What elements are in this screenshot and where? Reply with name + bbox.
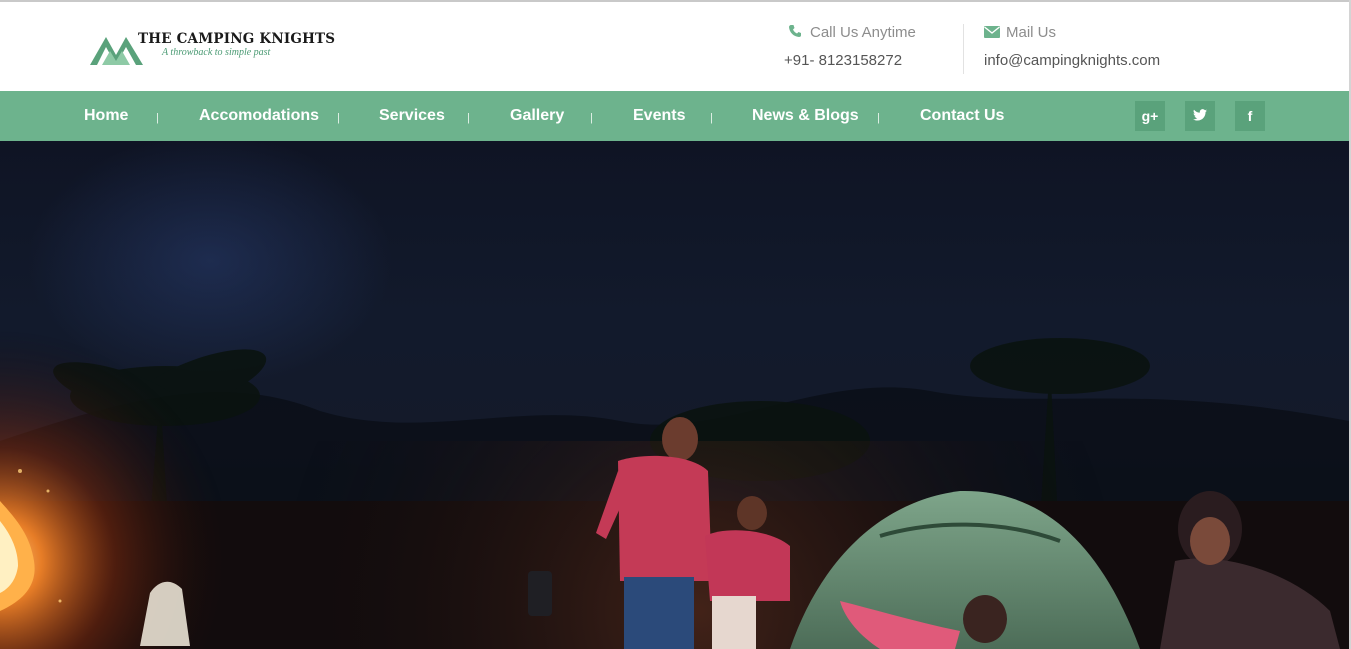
- mail-us-label: Mail Us: [1006, 24, 1057, 41]
- facebook-icon[interactable]: f: [1235, 101, 1265, 131]
- nav-news-blogs[interactable]: News & Blogs: [752, 91, 859, 141]
- google-plus-icon[interactable]: g+: [1135, 101, 1165, 131]
- nav-separator: |: [877, 112, 880, 124]
- site-header: THE CAMPING KNIGHTS A throwback to simpl…: [0, 2, 1351, 91]
- nav-separator: |: [467, 112, 470, 124]
- call-us-label: Call Us Anytime: [810, 24, 916, 41]
- email-address[interactable]: info@campingknights.com: [984, 52, 1160, 69]
- nav-separator: |: [156, 112, 159, 124]
- nav-separator: |: [337, 112, 340, 124]
- phone-icon: [788, 24, 804, 42]
- nav-separator: |: [590, 112, 593, 124]
- campfire-scene: [0, 321, 1349, 649]
- nav-accomodations[interactable]: Accomodations: [199, 91, 319, 141]
- site-logo[interactable]: THE CAMPING KNIGHTS A throwback to simpl…: [88, 28, 335, 68]
- twitter-icon[interactable]: [1185, 101, 1215, 131]
- nav-home[interactable]: Home: [84, 91, 128, 141]
- hero-campfire-image: [0, 141, 1349, 649]
- envelope-icon: [984, 25, 1000, 42]
- main-nav: Home | Accomodations | Services | Galler…: [0, 91, 1349, 141]
- nav-events[interactable]: Events: [633, 91, 685, 141]
- nav-contact-us[interactable]: Contact Us: [920, 91, 1004, 141]
- mountain-logo-icon: [90, 37, 143, 65]
- brand-title: THE CAMPING KNIGHTS: [138, 31, 336, 47]
- nav-separator: |: [710, 112, 713, 124]
- phone-number[interactable]: +91- 8123158272: [784, 52, 902, 69]
- nav-services[interactable]: Services: [379, 91, 445, 141]
- contact-divider: [963, 24, 964, 74]
- nav-gallery[interactable]: Gallery: [510, 91, 564, 141]
- brand-tagline: A throwback to simple past: [162, 47, 271, 58]
